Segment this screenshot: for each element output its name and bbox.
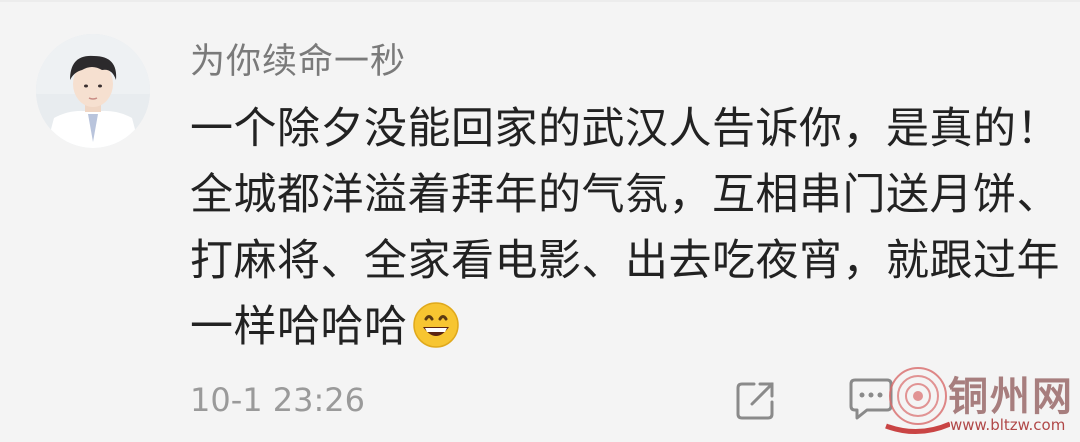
watermark-seal-icon <box>885 367 952 435</box>
comment-username[interactable]: 为你续命一秒 <box>190 38 1050 86</box>
grinning-face-emoji-icon <box>412 301 460 368</box>
share-icon[interactable] <box>734 378 778 426</box>
user-avatar[interactable] <box>36 34 150 148</box>
comment-timestamp: 10-1 23:26 <box>190 381 366 419</box>
comment-body: 为你续命一秒 一个除夕没能回家的武汉人告诉你，是真的！全城都洋溢着拜年的气氛，互… <box>190 38 1060 368</box>
avatar-image <box>36 34 150 148</box>
watermark-text: 铜州网 <box>948 373 1074 420</box>
comment-text-content: 一个除夕没能回家的武汉人告诉你，是真的！全城都洋溢着拜年的气氛，互相串门送月饼、… <box>190 104 1060 352</box>
site-watermark: 铜州网 www.bltzw.com <box>880 362 1080 438</box>
comment-text: 一个除夕没能回家的武汉人告诉你，是真的！全城都洋溢着拜年的气氛，互相串门送月饼、… <box>190 96 1060 368</box>
watermark-url: www.bltzw.com <box>950 416 1066 434</box>
top-divider <box>0 0 1080 2</box>
